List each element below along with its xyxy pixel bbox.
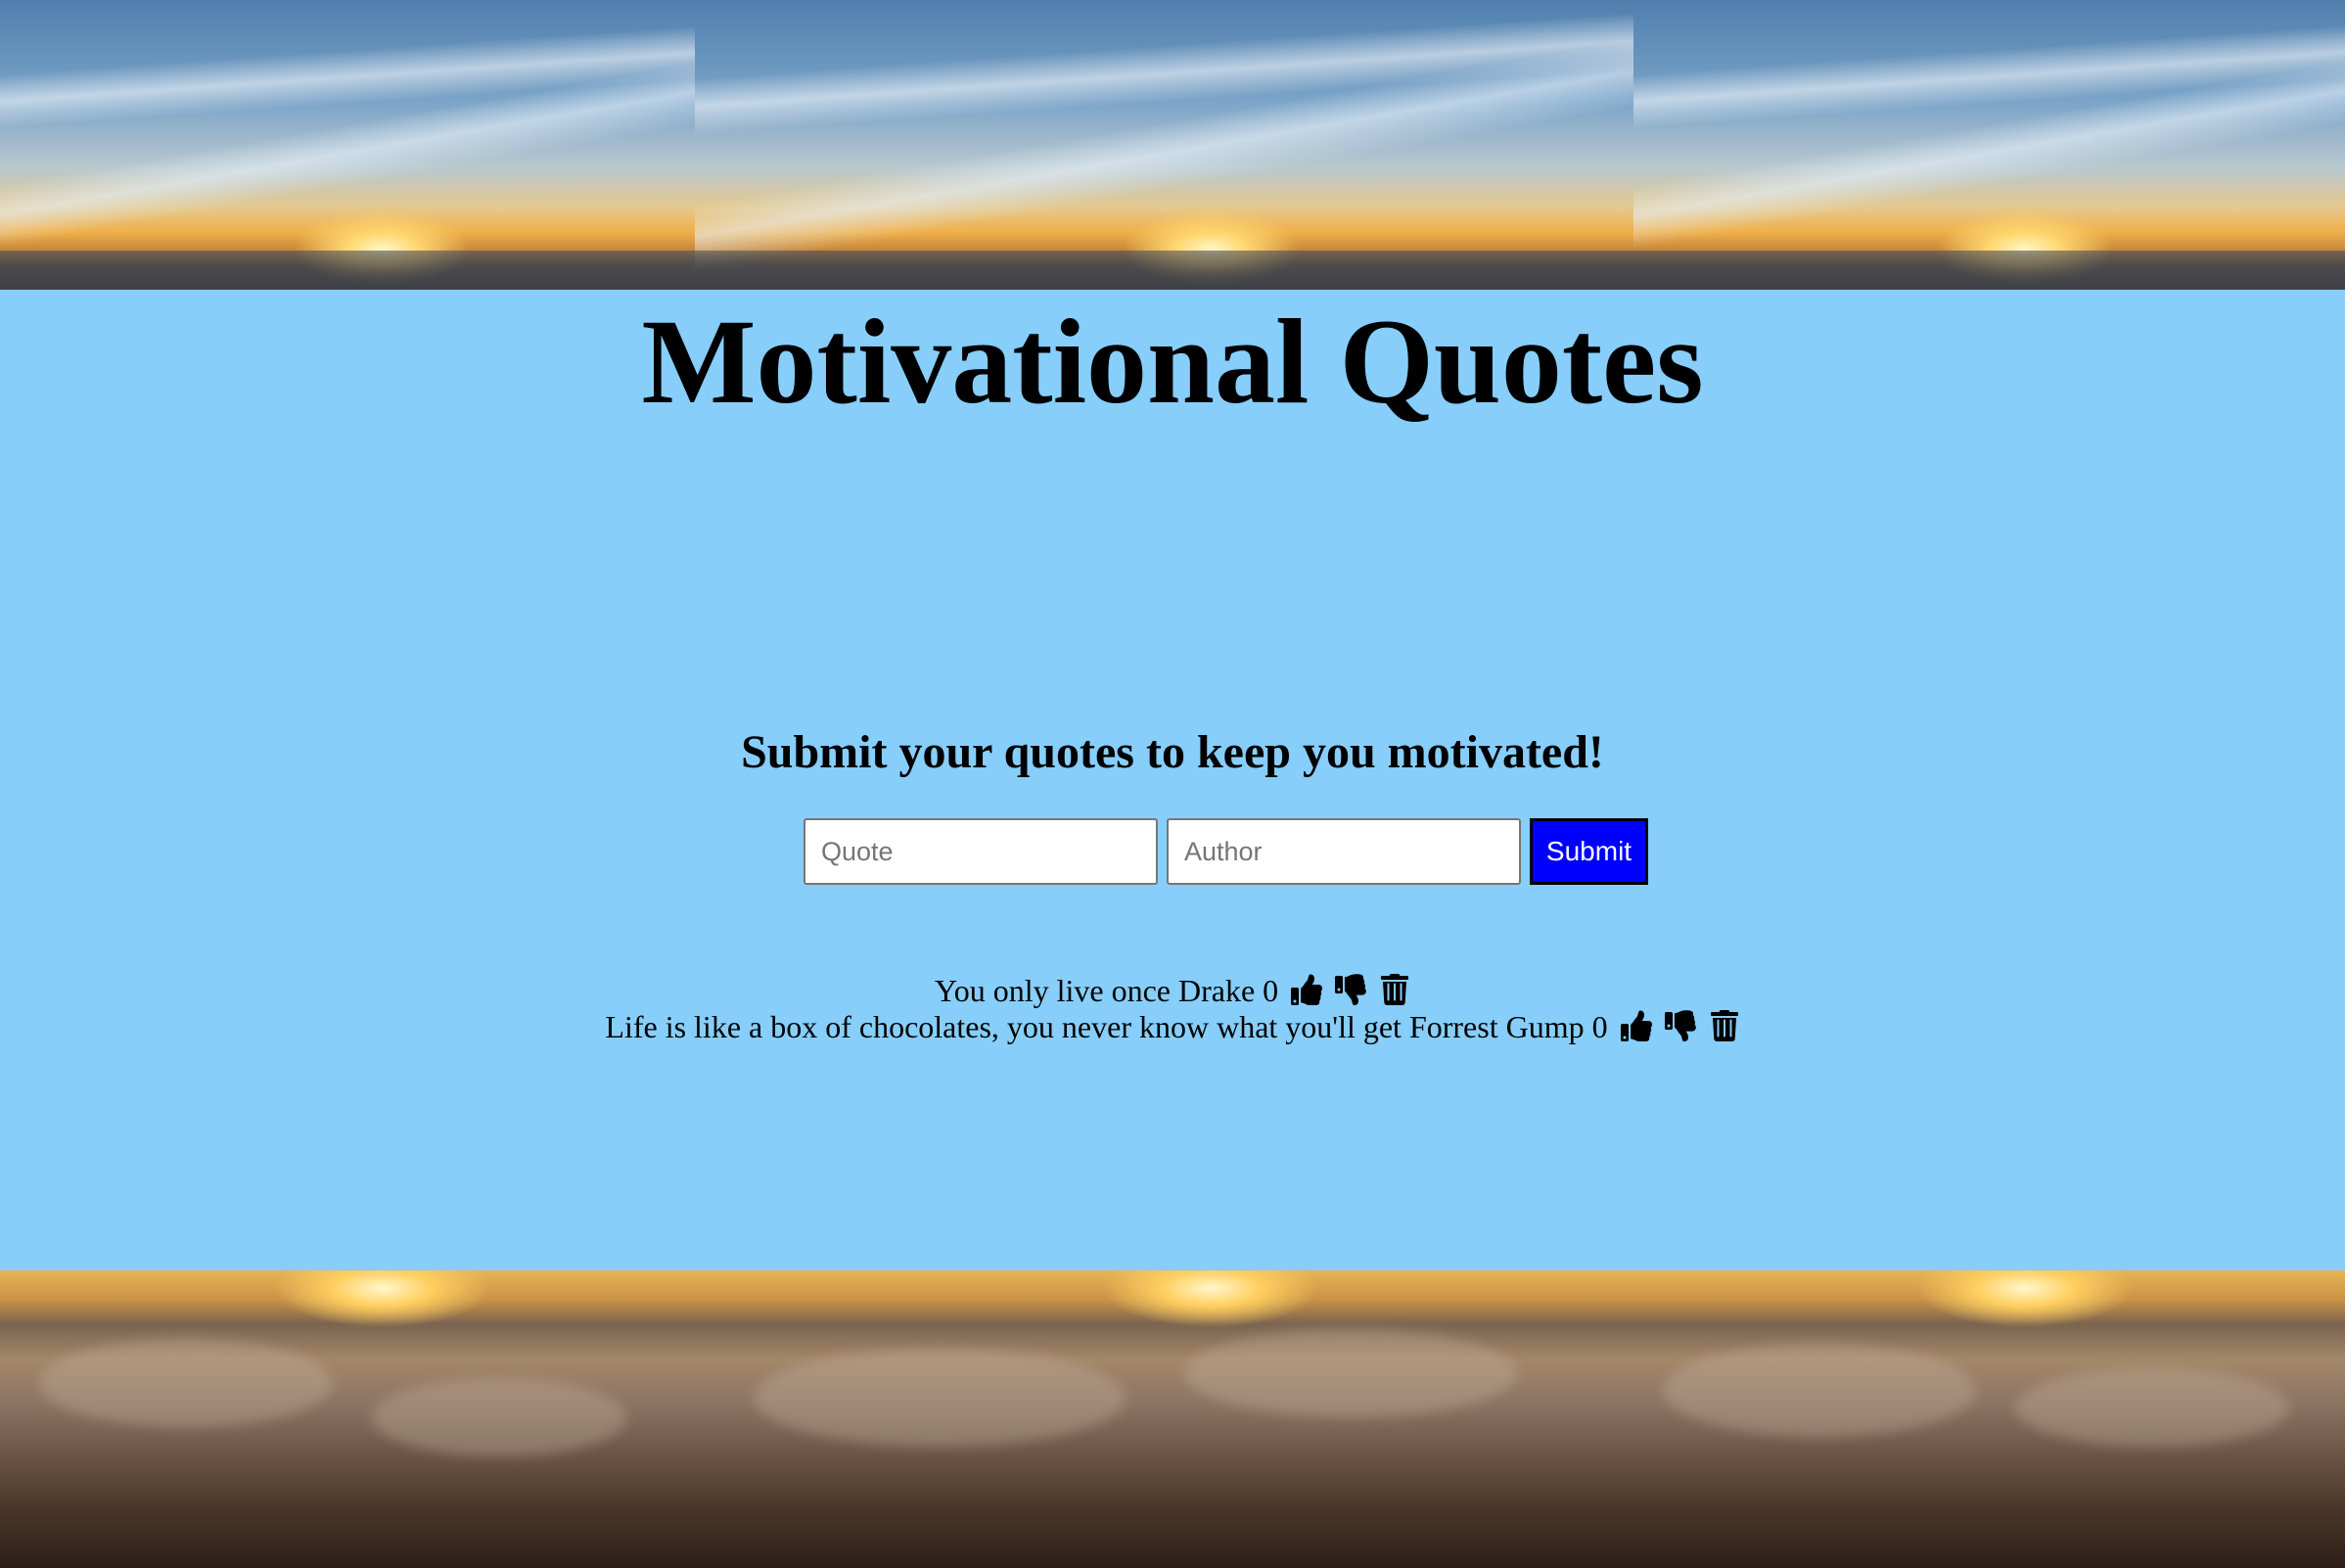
vote-count: 0 [1263,973,1279,1008]
banner-tile [695,0,1633,290]
quote-author: Drake [1178,973,1256,1008]
thumbs-down-icon[interactable] [1335,974,1366,1005]
footer-banner-image [0,1270,2345,1568]
header-banner-image [0,0,2345,290]
quote-item: You only live once Drake 0 [0,973,2345,1009]
author-input[interactable] [1167,818,1521,885]
quote-author: Forrest Gump [1408,1009,1585,1044]
banner-tile [1633,0,2345,290]
vote-count: 0 [1591,1009,1608,1044]
submit-button[interactable]: Submit [1530,818,1648,885]
trash-icon[interactable] [1709,1010,1740,1041]
thumbs-up-icon[interactable] [1291,974,1323,1005]
banner-tile [0,0,695,290]
thumbs-down-icon[interactable] [1664,1010,1696,1041]
banner-tile [0,1270,695,1568]
thumbs-up-icon[interactable] [1620,1010,1652,1041]
quote-text: Life is like a box of chocolates, you ne… [605,1009,1402,1044]
quote-text: You only live once [934,973,1171,1008]
trash-icon[interactable] [1379,974,1410,1005]
banner-tile [695,1270,1633,1568]
form-heading: Submit your quotes to keep you motivated… [741,726,1604,778]
quote-item: Life is like a box of chocolates, you ne… [0,1009,2345,1045]
banner-tile [1633,1270,2345,1568]
quote-input[interactable] [804,818,1158,885]
quote-form: Submit [804,818,1648,885]
page-title: Motivational Quotes [641,295,1704,429]
quote-list: You only live once Drake 0 Life is like … [0,973,2345,1045]
